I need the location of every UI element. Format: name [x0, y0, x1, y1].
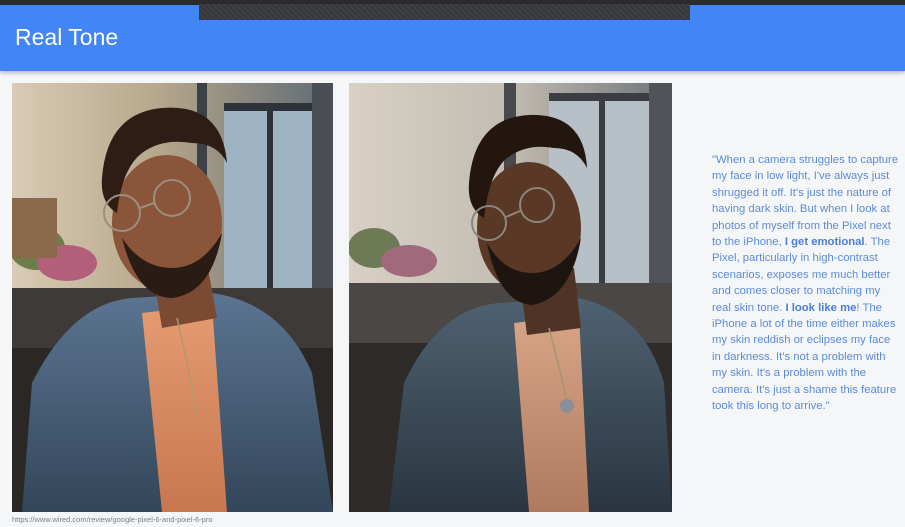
- app-bar: Real Tone: [0, 4, 905, 71]
- portrait-photo-icon: [12, 83, 333, 512]
- quote-emphasis-2: I look like me: [785, 301, 857, 314]
- top-overlay-tab: [199, 4, 690, 20]
- testimonial-quote: "When a camera struggles to capture my f…: [712, 152, 902, 415]
- portrait-photo-icon: [349, 83, 672, 512]
- iphone-photo: [349, 83, 672, 512]
- quote-emphasis-1: I get emotional: [784, 236, 865, 249]
- quote-text-1: "When a camera struggles to capture my f…: [712, 154, 899, 249]
- page-title: Real Tone: [15, 24, 119, 50]
- source-link[interactable]: https://www.wired.com/review/google-pixe…: [12, 515, 213, 524]
- quote-text-3: ! The iPhone a lot of the time either ma…: [712, 301, 897, 413]
- pixel-photo: [12, 83, 333, 512]
